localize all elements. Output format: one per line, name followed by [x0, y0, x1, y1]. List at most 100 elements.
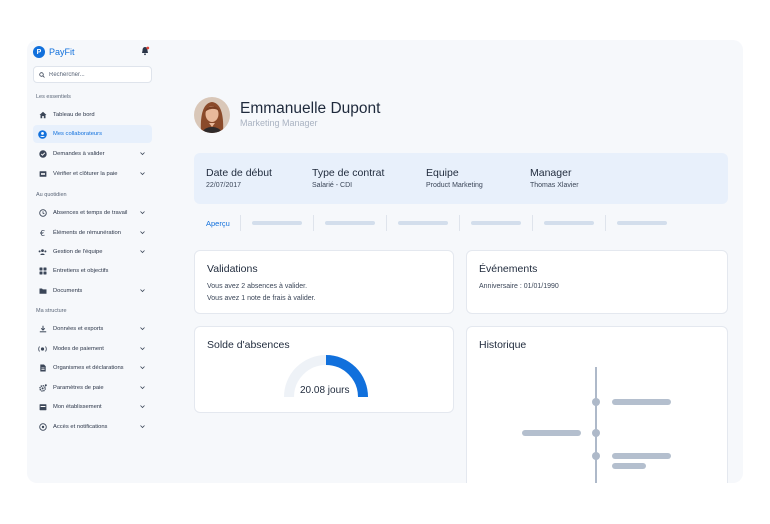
sidebar-item-label: Paramètres de paie: [53, 385, 104, 391]
payment-icon: [38, 345, 47, 354]
sidebar-item-parametres-paie[interactable]: Paramètres de paie: [33, 379, 152, 397]
tab-divider: [459, 215, 460, 231]
chevron-down-icon: [140, 386, 145, 390]
sidebar-item-gestion-equipe[interactable]: Gestion de l'équipe: [33, 243, 152, 261]
validations-card: Validations Vous avez 2 absences à valid…: [194, 250, 454, 314]
timeline-entry-placeholder: [612, 399, 671, 405]
tab-divider: [313, 215, 314, 231]
svg-text:€: €: [40, 229, 45, 237]
info-label: Manager: [530, 167, 572, 179]
app-window: P PayFit Les essentiels Tableau de bord …: [27, 40, 743, 483]
sidebar-item-label: Éléments de rémunération: [53, 230, 121, 236]
info-value[interactable]: Thomas Xlavier: [530, 182, 579, 189]
payfit-logo-icon: P: [33, 46, 45, 58]
sidebar-item-absences[interactable]: Absences et temps de travail: [33, 204, 152, 222]
chevron-down-icon: [140, 172, 145, 176]
sidebar-item-verifier-cloturer-paie[interactable]: Vérifier et clôturer la paie: [33, 165, 152, 183]
sidebar-item-label: Documents: [53, 288, 83, 294]
event-birthday-line: Anniversaire : 01/01/1990: [479, 283, 559, 290]
download-icon: [38, 325, 47, 334]
tab-apercu[interactable]: Aperçu: [206, 219, 230, 228]
chevron-down-icon: [140, 289, 145, 293]
search-field[interactable]: [33, 66, 152, 83]
chevron-down-icon: [140, 327, 145, 331]
tab-placeholder[interactable]: [325, 221, 375, 225]
brand-name: PayFit: [49, 47, 75, 57]
sidebar-item-label: Mes collaborateurs: [53, 131, 102, 137]
tab-bar: Aperçu: [194, 213, 728, 231]
building-icon: [38, 403, 47, 412]
chevron-down-icon: [140, 366, 145, 370]
timeline-dot: [592, 398, 600, 406]
sidebar-item-label: Modes de paiement: [53, 346, 104, 352]
sidebar-item-demandes-a-valider[interactable]: Demandes à valider: [33, 145, 152, 163]
employee-info-band: Date de début 22/07/2017 Type de contrat…: [194, 153, 728, 204]
validation-absences-line[interactable]: Vous avez 2 absences à valider.: [207, 283, 307, 290]
history-card: Historique: [466, 326, 728, 483]
sidebar-item-tableau-de-bord[interactable]: Tableau de bord: [33, 106, 152, 124]
team-icon: [38, 248, 47, 257]
document-icon: [38, 364, 47, 373]
timeline-dot: [592, 452, 600, 460]
tab-divider: [386, 215, 387, 231]
sidebar-item-label: Demandes à valider: [53, 151, 105, 157]
info-contract-type: Type de contrat Salarié - CDI: [312, 167, 384, 189]
main-content: Emmanuelle Dupont Marketing Manager Date…: [194, 40, 743, 483]
history-timeline: [522, 367, 671, 483]
sidebar-item-acces-notifications[interactable]: Accès et notifications: [33, 418, 152, 436]
absence-balance-card: Solde d'absences 20.08 jours: [194, 326, 454, 413]
sidebar: P PayFit Les essentiels Tableau de bord …: [27, 40, 157, 483]
payslip-icon: [38, 170, 47, 179]
brand[interactable]: P PayFit: [33, 46, 75, 58]
sidebar-item-entretiens[interactable]: Entretiens et objectifs: [33, 262, 152, 280]
avatar: [194, 97, 230, 133]
grid-icon: [38, 267, 47, 276]
notification-bell-icon[interactable]: [140, 46, 150, 56]
events-card: Événements Anniversaire : 01/01/1990: [466, 250, 728, 314]
clock-icon: [38, 209, 47, 218]
tab-placeholder[interactable]: [544, 221, 594, 225]
sidebar-item-etablissement[interactable]: Mon établissement: [33, 398, 152, 416]
info-start-date: Date de début 22/07/2017: [206, 167, 272, 189]
chevron-down-icon: [140, 211, 145, 215]
info-value: Product Marketing: [426, 182, 483, 189]
validation-expenses-line[interactable]: Vous avez 1 note de frais à valider.: [207, 295, 316, 302]
sidebar-item-mes-collaborateurs[interactable]: Mes collaborateurs: [33, 125, 152, 143]
sidebar-item-documents[interactable]: Documents: [33, 282, 152, 300]
timeline-entry-placeholder: [612, 463, 646, 469]
tab-placeholder[interactable]: [398, 221, 448, 225]
chevron-down-icon: [140, 405, 145, 409]
sidebar-item-label: Accès et notifications: [53, 424, 108, 430]
tab-placeholder[interactable]: [252, 221, 302, 225]
sidebar-item-label: Gestion de l'équipe: [53, 249, 103, 255]
user-circle-icon: [38, 129, 47, 139]
chevron-down-icon: [140, 347, 145, 351]
info-manager: Manager Thomas Xlavier: [530, 167, 579, 189]
section-label-structure: Ma structure: [36, 308, 67, 314]
tab-placeholder[interactable]: [617, 221, 667, 225]
sidebar-item-label: Absences et temps de travail: [53, 210, 128, 216]
info-team: Equipe Product Marketing: [426, 167, 483, 189]
search-input[interactable]: [49, 71, 149, 78]
sidebar-item-remuneration[interactable]: € Éléments de rémunération: [33, 224, 152, 242]
tab-placeholder[interactable]: [471, 221, 521, 225]
euro-icon: €: [38, 229, 47, 238]
card-title: Événements: [479, 263, 538, 275]
chevron-down-icon: [140, 250, 145, 254]
sidebar-item-modes-paiement[interactable]: Modes de paiement: [33, 340, 152, 358]
access-icon: [38, 423, 47, 432]
tab-divider: [532, 215, 533, 231]
settings-icon: [38, 384, 47, 393]
section-label-quotidien: Au quotidien: [36, 192, 67, 198]
info-label: Date de début: [206, 167, 272, 179]
folder-icon: [38, 287, 47, 296]
chevron-down-icon: [140, 152, 145, 156]
sidebar-item-organismes[interactable]: Organismes et déclarations: [33, 359, 152, 377]
info-value: 22/07/2017: [206, 182, 242, 189]
sidebar-item-label: Tableau de bord: [53, 112, 95, 118]
check-circle-icon: [38, 150, 47, 159]
employee-role: Marketing Manager: [240, 118, 318, 128]
search-icon: [39, 71, 45, 78]
absence-gauge: [284, 355, 368, 398]
sidebar-item-donnees-exports[interactable]: Données et exports: [33, 320, 152, 338]
